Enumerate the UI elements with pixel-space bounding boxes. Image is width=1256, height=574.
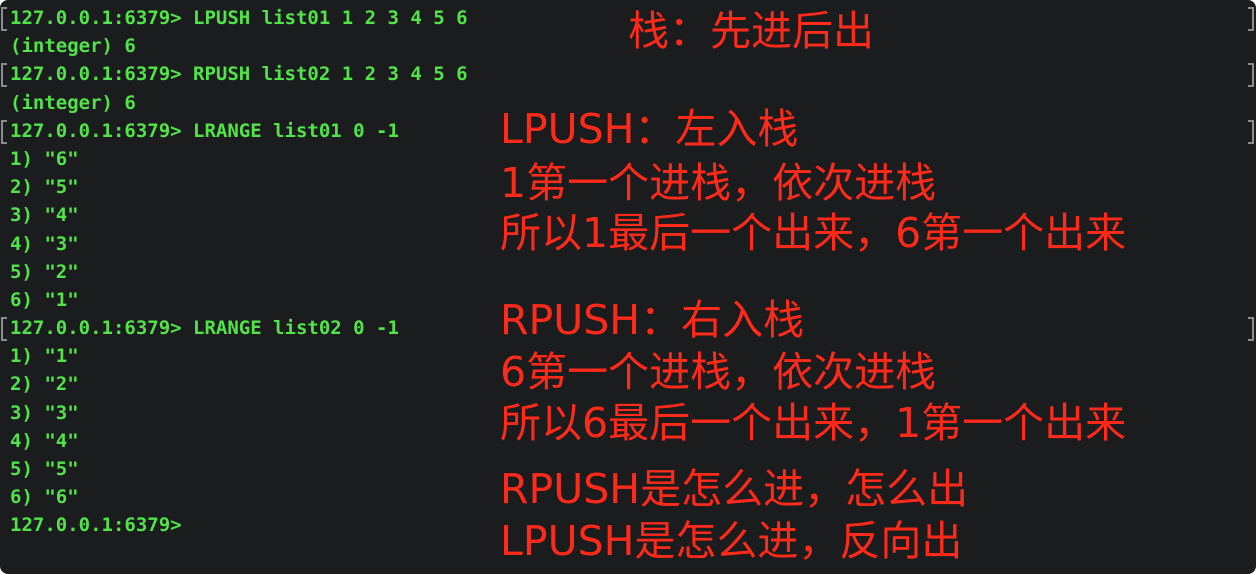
annotation-lpush-line2: 所以1最后一个出来，6第一个出来 bbox=[500, 209, 1127, 257]
terminal-line-text: 5) "5" bbox=[10, 458, 79, 480]
annotation-title: 栈：先进后出 bbox=[628, 7, 874, 55]
terminal-line-text: 127.0.0.1:6379> LRANGE list01 0 -1 bbox=[10, 119, 399, 142]
terminal-line-text: 4) "3" bbox=[10, 232, 79, 255]
line-bracket-left bbox=[1, 317, 7, 342]
terminal-output: 127.0.0.1:6379> LPUSH list01 1 2 3 4 5 6… bbox=[0, 4, 1256, 540]
terminal-line-text: 127.0.0.1:6379> LPUSH list01 1 2 3 4 5 6 bbox=[10, 7, 468, 29]
terminal-line-text: 3) "3" bbox=[10, 401, 79, 424]
line-bracket-right bbox=[1248, 119, 1254, 144]
line-bracket-right bbox=[1248, 7, 1254, 31]
line-bracket-left bbox=[1, 63, 7, 88]
terminal-line-text: 127.0.0.1:6379> bbox=[10, 514, 182, 537]
terminal-line-text: 2) "5" bbox=[10, 176, 79, 199]
annotation-lpush-heading: LPUSH：左入栈 bbox=[500, 105, 799, 153]
terminal-line-text: (integer) 6 bbox=[10, 91, 136, 114]
terminal-line: 5) "2" bbox=[0, 258, 1256, 286]
terminal-line-text: 6) "1" bbox=[10, 288, 79, 311]
terminal-line-text: 4) "4" bbox=[10, 429, 79, 452]
annotation-rpush-heading: RPUSH：右入栈 bbox=[500, 296, 805, 344]
annotation-rpush-line2: 所以6最后一个出来，1第一个出来 bbox=[500, 399, 1127, 447]
terminal-line-text: 1) "1" bbox=[10, 345, 79, 368]
line-bracket-right bbox=[1248, 63, 1254, 88]
line-bracket-left bbox=[1, 119, 7, 144]
terminal-line-text: 5) "2" bbox=[10, 260, 79, 283]
line-bracket-left bbox=[1, 7, 7, 31]
terminal-line-text: (integer) 6 bbox=[10, 35, 136, 58]
annotation-rpush-line1: 6第一个进栈，依次进栈 bbox=[500, 348, 937, 396]
terminal-line-text: 3) "4" bbox=[10, 204, 79, 227]
terminal-line-text: 127.0.0.1:6379> RPUSH list02 1 2 3 4 5 6 bbox=[10, 63, 468, 86]
terminal-line: 127.0.0.1:6379> RPUSH list02 1 2 3 4 5 6 bbox=[0, 60, 1256, 88]
line-bracket-right bbox=[1248, 317, 1254, 342]
annotation-lpush-line1: 1第一个进栈，依次进栈 bbox=[500, 159, 937, 207]
annotation-summary-rpush: RPUSH是怎么进，怎么出 bbox=[500, 465, 969, 513]
annotation-summary-lpush: LPUSH是怎么进，反向出 bbox=[500, 517, 963, 565]
terminal-line-text: 2) "2" bbox=[10, 373, 79, 396]
terminal-window[interactable]: 127.0.0.1:6379> LPUSH list01 1 2 3 4 5 6… bbox=[0, 0, 1256, 574]
terminal-line-text: 6) "6" bbox=[10, 486, 79, 509]
terminal-line-text: 1) "6" bbox=[10, 147, 79, 170]
terminal-line-text: 127.0.0.1:6379> LRANGE list02 0 -1 bbox=[10, 317, 399, 340]
